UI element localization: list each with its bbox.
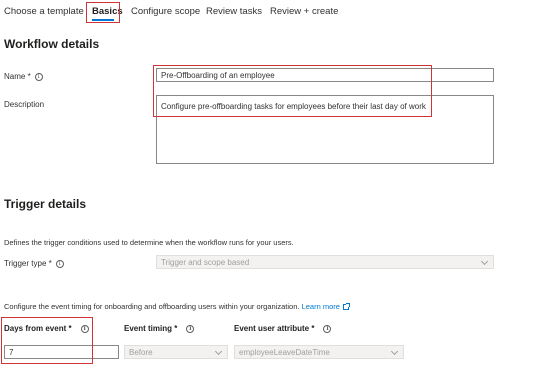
chevron-down-icon [390,347,399,356]
event-user-attribute-dropdown: employeeLeaveDateTime [234,345,404,359]
chevron-down-icon [214,347,223,356]
wizard-tabs: Choose a template Basics Configure scope… [0,0,537,26]
info-icon[interactable]: i [186,324,195,333]
event-timing-label-text: Event timing * [124,324,178,333]
chevron-down-icon [480,257,489,266]
trigger-type-label-text: Trigger type * [4,259,52,268]
info-icon[interactable]: i [55,259,64,268]
tab-basics[interactable]: Basics [92,6,123,17]
info-icon[interactable]: i [34,72,43,81]
event-user-attribute-label: Event user attribute * i [234,324,332,333]
days-from-event-label-text: Days from event * [4,324,72,333]
description-textarea[interactable]: Configure pre-offboarding tasks for empl… [156,95,494,164]
name-label-text: Name * [4,72,31,81]
trigger-details-heading: Trigger details [4,197,87,211]
name-input[interactable]: Pre-Offboarding of an employee [156,68,494,82]
trigger-type-value: Trigger and scope based [161,258,250,267]
info-icon[interactable]: i [80,324,89,333]
event-user-attribute-label-text: Event user attribute * [234,324,315,333]
days-from-event-input[interactable]: 7 [4,345,119,359]
event-timing-text: Configure the event timing for onboardin… [4,302,300,311]
description-label: Description [4,100,45,109]
external-link-icon[interactable] [342,303,350,311]
event-timing-label: Event timing * i [124,324,195,333]
event-timing-value: Before [129,348,153,357]
event-timing-description: Configure the event timing for onboardin… [4,302,350,311]
tab-configure-scope[interactable]: Configure scope [131,6,200,17]
create-workflow-page: Choose a template Basics Configure scope… [0,0,537,368]
tab-review-tasks[interactable]: Review tasks [206,6,262,17]
tab-choose-template[interactable]: Choose a template [4,6,84,17]
trigger-type-dropdown: Trigger and scope based [156,255,494,269]
name-label: Name * i [4,72,43,81]
event-timing-dropdown: Before [124,345,228,359]
description-value: Configure pre-offboarding tasks for empl… [161,102,426,111]
workflow-details-heading: Workflow details [4,37,100,51]
trigger-intro-text: Defines the trigger conditions used to d… [4,238,294,247]
active-tab-indicator [92,19,114,21]
learn-more-link[interactable]: Learn more [302,302,340,311]
trigger-type-label: Trigger type * i [4,259,64,268]
tab-review-create[interactable]: Review + create [270,6,338,17]
event-user-attribute-value: employeeLeaveDateTime [239,348,330,357]
days-from-event-label: Days from event * i [4,324,89,333]
info-icon[interactable]: i [323,324,332,333]
